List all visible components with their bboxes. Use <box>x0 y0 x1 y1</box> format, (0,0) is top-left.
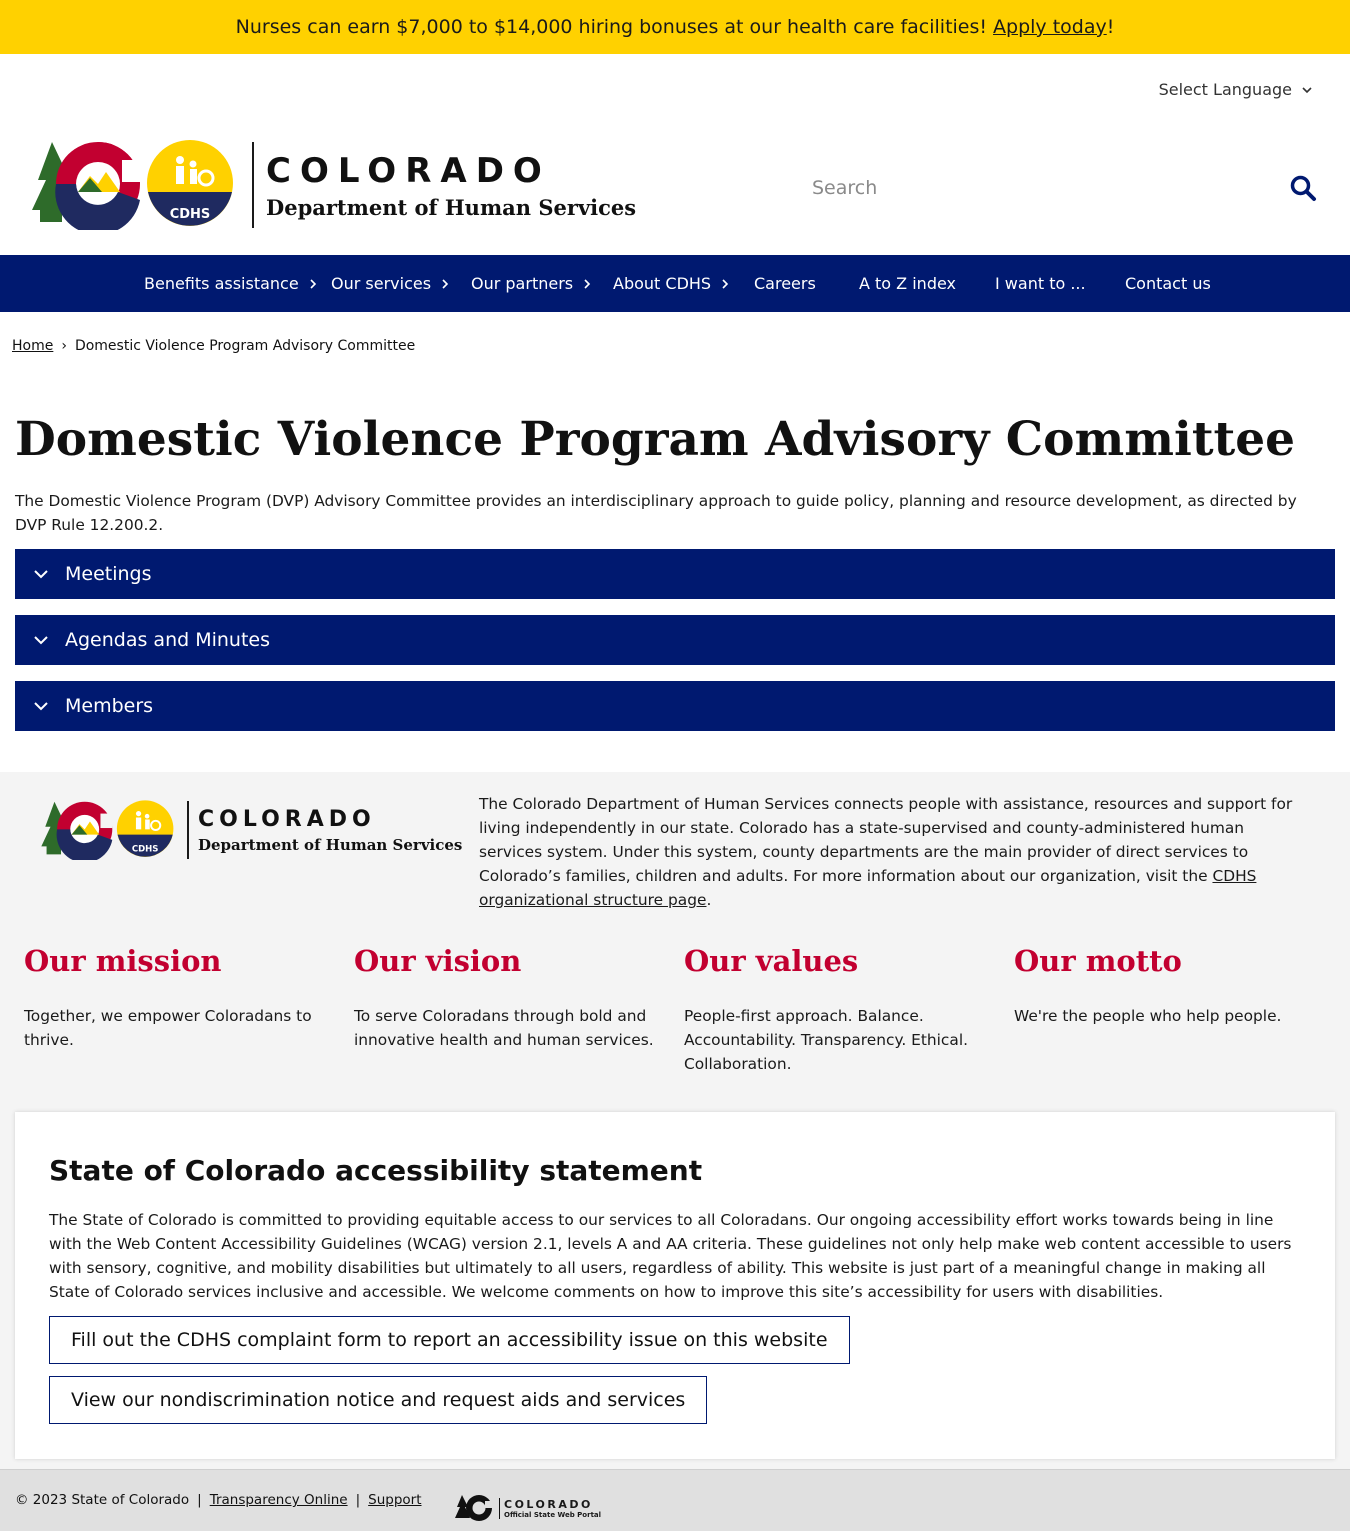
accordion-label: Meetings <box>65 563 152 585</box>
accordion-label: Agendas and Minutes <box>65 629 271 651</box>
colorado-c-logo-icon: CDHS <box>32 140 233 230</box>
footer-wordmark: COLORADO Department of Human Services <box>198 807 462 854</box>
apply-today-link[interactable]: Apply today <box>993 16 1107 38</box>
footer-columns: Our mission Together, we empower Colorad… <box>24 944 1344 1084</box>
department-wordmark: Department of Human Services <box>198 835 463 854</box>
portal-subtitle: Official State Web Portal <box>504 1510 602 1519</box>
alert-text: Nurses can earn $7,000 to $14,000 hiring… <box>235 16 988 38</box>
colorado-c-logo-icon <box>455 1495 493 1521</box>
wordmark: COLORADO Department of Human Services <box>266 151 636 220</box>
transparency-online-link[interactable]: Transparency Online <box>210 1492 348 1508</box>
copyright-row: © 2023 State of Colorado | Transparency … <box>15 1492 422 1508</box>
logo-divider <box>187 801 189 859</box>
copyright-text: © 2023 State of Colorado <box>15 1492 190 1508</box>
colorado-wordmark: COLORADO <box>266 150 551 191</box>
chevron-down-icon <box>34 636 48 645</box>
page-title: Domestic Violence Program Advisory Commi… <box>15 412 1296 467</box>
footer-about-text: The Colorado Department of Human Service… <box>479 795 1293 909</box>
nav-item-our-partners[interactable]: Our partners <box>471 255 591 312</box>
accordion-agendas-and-minutes[interactable]: Agendas and Minutes <box>15 615 1335 665</box>
logo-badge-text: CDHS <box>170 207 211 222</box>
main-nav: Benefits assistance Our services Our par… <box>0 255 1350 312</box>
colorado-wordmark: COLORADO <box>198 806 376 832</box>
breadcrumb-home-link[interactable]: Home <box>12 338 53 354</box>
breadcrumb-separator: › <box>61 338 67 354</box>
support-link[interactable]: Support <box>368 1492 421 1508</box>
motto-text: We're the people who help people. <box>1014 1007 1282 1025</box>
site-header: CDHS COLORADO Department of Human Servic… <box>0 130 1350 250</box>
chevron-right-icon <box>722 278 729 289</box>
values-text: People-first approach. Balance. Accounta… <box>684 1007 968 1073</box>
language-label: Select Language <box>1158 80 1292 99</box>
search-input[interactable] <box>812 177 1232 199</box>
separator: | <box>197 1492 202 1508</box>
site-footer: CDHS COLORADO Department of Human Servic… <box>0 772 1350 1469</box>
mission-column: Our mission Together, we empower Colorad… <box>24 944 324 1052</box>
state-portal-logo[interactable]: COLORADO Official State Web Portal <box>455 1494 601 1522</box>
chevron-down-icon <box>34 570 48 579</box>
alert-suffix: ! <box>1106 16 1115 38</box>
complaint-form-button[interactable]: Fill out the CDHS complaint form to repo… <box>49 1316 850 1364</box>
vision-title: Our vision <box>354 944 522 978</box>
nav-item-about-cdhs[interactable]: About CDHS <box>613 255 729 312</box>
accessibility-card: State of Colorado accessibility statemen… <box>15 1112 1335 1459</box>
accordion-label: Members <box>65 695 154 717</box>
bottom-bar: © 2023 State of Colorado | Transparency … <box>0 1469 1350 1531</box>
colorado-c-logo-icon: CDHS <box>41 800 174 860</box>
nav-item-benefits-assistance[interactable]: Benefits assistance <box>144 255 317 312</box>
chevron-right-icon <box>442 278 449 289</box>
breadcrumb-current: Domestic Violence Program Advisory Commi… <box>74 338 416 354</box>
search-icon[interactable] <box>1289 174 1317 202</box>
department-wordmark: Department of Human Services <box>266 194 637 220</box>
nav-item-our-services[interactable]: Our services <box>331 255 449 312</box>
logo-badge-text: CDHS <box>132 845 159 855</box>
portal-title: COLORADO <box>504 1497 593 1511</box>
nondiscrimination-button[interactable]: View our nondiscrimination notice and re… <box>49 1376 708 1424</box>
mission-text: Together, we empower Coloradans to thriv… <box>24 1007 312 1049</box>
cdhs-logo[interactable]: CDHS COLORADO Department of Human Servic… <box>30 140 636 230</box>
motto-title: Our motto <box>1014 944 1182 978</box>
chevron-down-icon <box>1302 86 1312 93</box>
vision-column: Our vision To serve Coloradans through b… <box>354 944 654 1052</box>
language-selector[interactable]: Select Language <box>1159 80 1312 99</box>
nav-item-a-to-z-index[interactable]: A to Z index <box>859 255 956 312</box>
footer-cdhs-logo[interactable]: CDHS COLORADO Department of Human Servic… <box>40 800 462 860</box>
logo-divider <box>252 142 254 228</box>
nav-item-i-want-to[interactable]: I want to ... <box>995 255 1086 312</box>
chevron-down-icon <box>34 702 48 711</box>
search-bar <box>812 168 1317 208</box>
motto-column: Our motto We're the people who help peop… <box>1014 944 1314 1028</box>
alert-banner: Nurses can earn $7,000 to $14,000 hiring… <box>0 0 1350 54</box>
separator: | <box>355 1492 361 1508</box>
mission-title: Our mission <box>24 944 222 978</box>
nav-item-contact-us[interactable]: Contact us <box>1125 255 1211 312</box>
accessibility-title: State of Colorado accessibility statemen… <box>49 1154 703 1187</box>
chevron-right-icon <box>584 278 591 289</box>
vision-text: To serve Coloradans through bold and inn… <box>354 1007 654 1049</box>
intro-text: The Domestic Violence Program (DVP) Advi… <box>15 492 1297 534</box>
accessibility-text: The State of Colorado is committed to pr… <box>49 1211 1292 1301</box>
values-title: Our values <box>684 944 859 978</box>
nav-item-careers[interactable]: Careers <box>754 255 816 312</box>
breadcrumb: Home › Domestic Violence Program Advisor… <box>12 338 415 354</box>
chevron-right-icon <box>310 278 316 289</box>
accordion-meetings[interactable]: Meetings <box>15 549 1335 599</box>
portal-wordmark: COLORADO Official State Web Portal <box>499 1497 602 1519</box>
values-column: Our values People-first approach. Balanc… <box>684 944 984 1076</box>
accordion-members[interactable]: Members <box>15 681 1335 731</box>
